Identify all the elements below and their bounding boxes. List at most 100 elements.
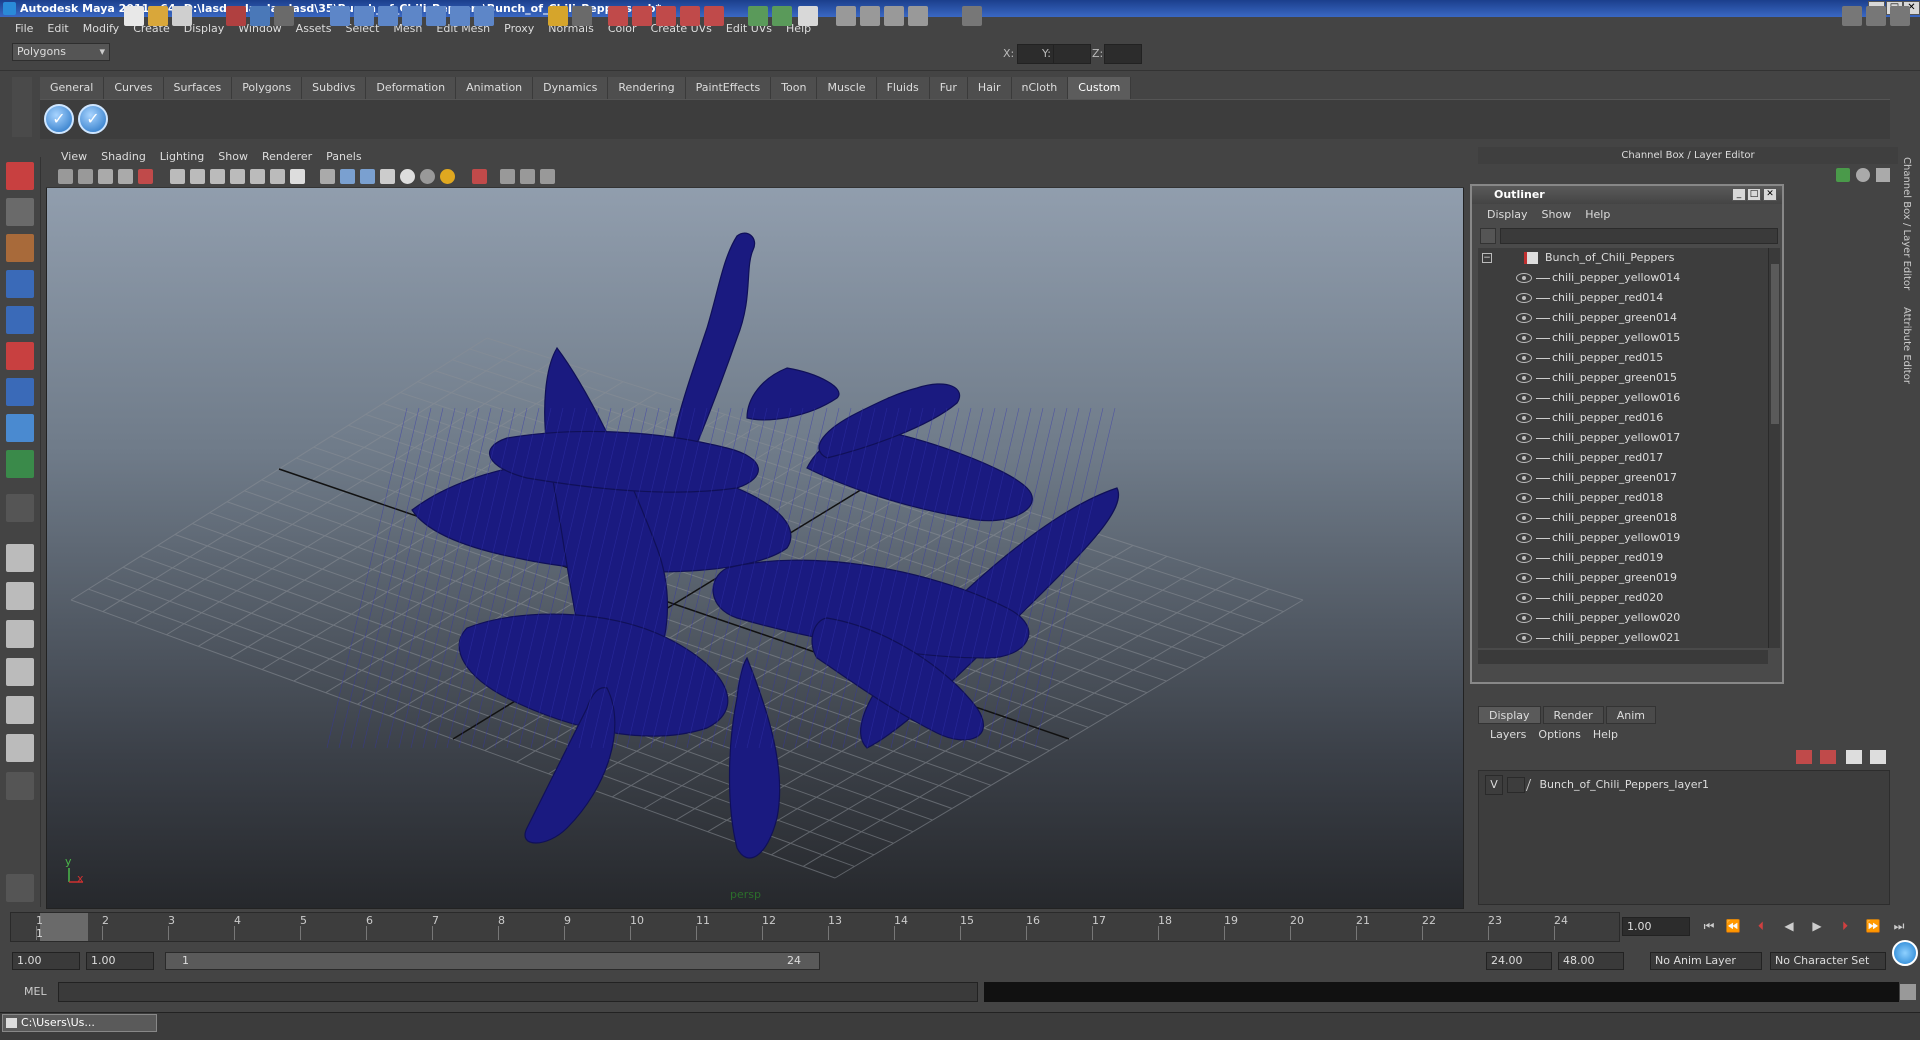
vp-menu-view[interactable]: View (54, 150, 94, 163)
anim-layer-dropdown[interactable]: No Anim Layer (1650, 952, 1762, 970)
uv-editor-icon[interactable] (908, 6, 928, 26)
outliner-vertical-scrollbar[interactable] (1768, 248, 1780, 648)
outliner-item[interactable]: chili_pepper_yellow014 (1478, 268, 1768, 288)
outliner-filter-icon[interactable] (1480, 228, 1496, 244)
go-to-end-icon[interactable]: ⏭ (1890, 917, 1908, 935)
render-view-icon[interactable] (680, 6, 700, 26)
outliner-item[interactable]: chili_pepper_green019 (1478, 568, 1768, 588)
outliner-root-row[interactable]: − Bunch_of_Chili_Peppers (1478, 248, 1768, 268)
paint-select-tool-icon[interactable] (6, 234, 34, 262)
shadows-icon[interactable] (360, 169, 375, 184)
snap-plane-icon[interactable] (402, 6, 422, 26)
soft-mod-tool-icon[interactable] (6, 414, 34, 442)
four-pane-layout-icon[interactable] (6, 582, 34, 610)
outliner-horizontal-scrollbar[interactable] (1478, 650, 1768, 664)
layer-visibility-toggle[interactable]: V (1485, 775, 1503, 795)
motion-blur-icon[interactable] (440, 169, 455, 184)
outliner-item[interactable]: chili_pepper_green015 (1478, 368, 1768, 388)
tab-toon[interactable]: Toon (771, 77, 818, 99)
outliner-item[interactable]: chili_pepper_red017 (1478, 448, 1768, 468)
toggle-attribute-editor-icon[interactable] (1842, 6, 1862, 26)
outliner-minimize-button[interactable]: _ (1732, 188, 1746, 201)
input-output-icon[interactable] (572, 6, 592, 26)
layer-row[interactable]: V Bunch_of_Chili_Peppers_layer1 (1485, 775, 1709, 795)
checker-icon[interactable] (380, 169, 395, 184)
outliner-item[interactable]: chili_pepper_green014 (1478, 308, 1768, 328)
toggle-tool-settings-icon[interactable] (1866, 6, 1886, 26)
menu-proxy[interactable]: Proxy (497, 22, 541, 35)
isolate-select-icon[interactable] (472, 169, 487, 184)
layout-options-icon[interactable] (6, 772, 34, 800)
outliner-item[interactable]: chili_pepper_red016 (1478, 408, 1768, 428)
layer-type-toggle[interactable] (1506, 777, 1525, 793)
layer-tab-anim[interactable]: Anim (1605, 706, 1656, 724)
tab-surfaces[interactable]: Surfaces (163, 77, 233, 99)
script-editor-icon[interactable] (1900, 984, 1916, 1000)
snap-curve-icon[interactable] (354, 6, 374, 26)
menu-edit[interactable]: Edit (40, 22, 75, 35)
transform-mode-icon[interactable] (962, 6, 982, 26)
outliner-item[interactable]: chili_pepper_yellow021 (1478, 628, 1768, 648)
channel-box-filter-icon[interactable] (1836, 168, 1850, 182)
image-plane-icon[interactable] (118, 169, 133, 184)
z-field[interactable] (1104, 44, 1142, 64)
open-scene-icon[interactable] (148, 6, 168, 26)
select-tool-icon[interactable] (6, 162, 34, 190)
select-camera-icon[interactable] (58, 169, 73, 184)
channel-box-pin-icon[interactable] (1876, 168, 1890, 182)
persp-hypershade-layout-icon[interactable] (6, 734, 34, 762)
show-manipulator-icon[interactable] (6, 450, 34, 478)
time-slider[interactable] (10, 912, 1620, 942)
y-field[interactable] (1053, 44, 1091, 64)
channel-box-options-icon[interactable] (1856, 168, 1870, 182)
tab-dynamics[interactable]: Dynamics (533, 77, 609, 99)
manipulator-tool-icon[interactable] (6, 378, 34, 406)
tab-fluids[interactable]: Fluids (876, 77, 930, 99)
snap-live-icon[interactable] (426, 6, 446, 26)
animation-end-field[interactable]: 48.00 (1558, 952, 1624, 970)
hypershade-icon[interactable] (704, 6, 724, 26)
mel-label[interactable]: MEL (24, 985, 47, 998)
toggle-channel-box-icon[interactable] (1890, 6, 1910, 26)
current-time-marker[interactable] (40, 913, 88, 941)
play-backwards-icon[interactable]: ◀ (1780, 917, 1798, 935)
tab-rendering[interactable]: Rendering (608, 77, 686, 99)
outliner-maximize-button[interactable]: □ (1747, 188, 1761, 201)
outliner-scroll-thumb[interactable] (1771, 264, 1779, 424)
grid-toggle-icon[interactable] (170, 169, 185, 184)
tab-curves[interactable]: Curves (104, 77, 164, 99)
collapse-icon[interactable]: − (1482, 253, 1492, 263)
xray-icon[interactable] (250, 169, 265, 184)
select-hierarchy-icon[interactable] (226, 6, 246, 26)
step-back-key-icon[interactable]: ⏪ (1724, 917, 1742, 935)
text-icon[interactable] (290, 169, 305, 184)
outliner-icon[interactable] (860, 6, 880, 26)
tab-custom[interactable]: Custom (1068, 77, 1132, 99)
new-layer-from-selected-icon[interactable] (1870, 750, 1886, 764)
move-tool-icon[interactable] (6, 270, 34, 298)
all-lights-icon[interactable] (340, 169, 355, 184)
outliner-menu-help[interactable]: Help (1578, 208, 1617, 221)
layer-menu-help[interactable]: Help (1587, 728, 1624, 741)
tab-painteffects[interactable]: PaintEffects (685, 77, 772, 99)
playback-end-field[interactable]: 24.00 (1486, 952, 1552, 970)
scale-tool-icon[interactable] (6, 342, 34, 370)
ipr-render-icon[interactable] (632, 6, 652, 26)
ambient-occlusion-icon[interactable] (420, 169, 435, 184)
xray-joints-icon[interactable] (500, 169, 515, 184)
outliner-search-input[interactable] (1500, 228, 1778, 244)
vp-menu-show[interactable]: Show (211, 150, 255, 163)
shelf-options-handle[interactable] (12, 77, 32, 137)
vp-menu-shading[interactable]: Shading (94, 150, 153, 163)
step-forward-frame-icon[interactable]: ⏵ (1836, 917, 1854, 935)
outliner-item[interactable]: chili_pepper_yellow020 (1478, 608, 1768, 628)
hypergraph-icon[interactable] (884, 6, 904, 26)
outliner-close-button[interactable]: ✕ (1763, 188, 1777, 201)
tab-general[interactable]: General (40, 77, 105, 99)
lock-icon[interactable] (548, 6, 568, 26)
construction-history-icon[interactable] (450, 6, 470, 26)
persp-outliner-layout-icon[interactable] (6, 696, 34, 724)
outliner-menu-show[interactable]: Show (1535, 208, 1579, 221)
tab-ncloth[interactable]: nCloth (1011, 77, 1069, 99)
select-component-icon[interactable] (274, 6, 294, 26)
